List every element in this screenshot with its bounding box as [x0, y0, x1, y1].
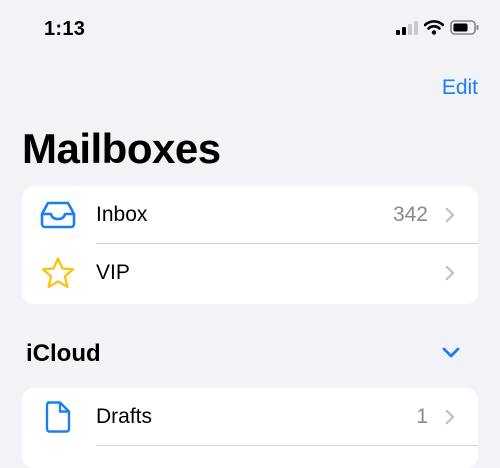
- section-title: iCloud: [26, 340, 101, 367]
- icloud-mailboxes-list: Drafts 1: [22, 388, 478, 468]
- status-bar: 1:13: [0, 0, 500, 60]
- edit-button[interactable]: Edit: [442, 76, 478, 100]
- wifi-icon: [423, 20, 445, 40]
- chevron-right-icon: [444, 206, 456, 224]
- mailbox-label: VIP: [96, 261, 130, 284]
- chevron-right-icon: [444, 408, 456, 426]
- mailbox-label: Drafts: [96, 405, 153, 428]
- document-icon: [38, 399, 78, 435]
- inbox-tray-icon: [38, 197, 78, 233]
- mailbox-row-inbox[interactable]: Inbox 342: [22, 186, 478, 244]
- row-separator: [96, 445, 478, 446]
- chevron-right-icon: [444, 264, 456, 282]
- mailbox-label: Inbox: [96, 203, 148, 226]
- unread-count: 342: [392, 203, 428, 226]
- cellular-signal-icon: [396, 20, 418, 40]
- chevron-down-icon[interactable]: [442, 346, 460, 364]
- status-time: 1:13: [44, 18, 86, 40]
- page-title: Mailboxes: [22, 125, 221, 172]
- mailbox-row-drafts[interactable]: Drafts 1: [22, 388, 478, 446]
- mailboxes-list: Inbox 342 VIP: [22, 186, 478, 304]
- star-icon: [38, 255, 78, 291]
- unread-count: 1: [416, 405, 428, 428]
- mailbox-row-vip[interactable]: VIP: [22, 244, 478, 302]
- battery-icon: [450, 20, 480, 40]
- section-header-icloud[interactable]: iCloud: [22, 338, 478, 374]
- status-icons: [396, 20, 480, 40]
